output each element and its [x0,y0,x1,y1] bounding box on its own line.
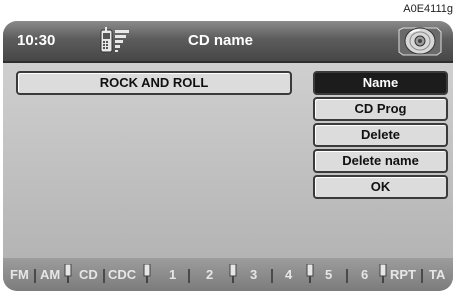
cd-disc-icon [393,24,445,58]
content-area: ROCK AND ROLL Name CD Prog Delete Delete… [3,63,453,258]
source-am[interactable]: AM [40,267,60,282]
divider [346,269,348,283]
divider [34,269,36,283]
plug-icon [306,264,314,283]
divider [103,269,105,283]
source-bar: FM AM CD CDC 1 2 3 4 5 6 RPT TA [3,258,453,291]
divider [188,269,190,283]
preset-6[interactable]: 6 [361,267,368,282]
figure-code: A0E4111g [403,3,453,15]
cd-prog-button[interactable]: CD Prog [313,97,448,121]
plug-icon [143,264,151,283]
preset-1[interactable]: 1 [169,267,176,282]
plug-icon [379,264,387,283]
ta-button[interactable]: TA [429,267,445,282]
clock: 10:30 [17,32,56,49]
name-button[interactable]: Name [313,71,448,95]
preset-4[interactable]: 4 [285,267,292,282]
cd-name-field[interactable]: ROCK AND ROLL [16,71,292,95]
delete-name-button[interactable]: Delete name [313,149,448,173]
source-cdc[interactable]: CDC [108,267,136,282]
screen-title: CD name [188,32,254,49]
rpt-button[interactable]: RPT [390,267,416,282]
ok-button[interactable]: OK [313,175,448,199]
preset-2[interactable]: 2 [206,267,213,282]
source-fm[interactable]: FM [10,267,29,282]
display-screen: 10:30 CD name ROCK AND ROLL Name CD Prog… [3,21,453,291]
header-bar: 10:30 CD name [3,21,453,63]
plug-icon [64,264,72,283]
plug-icon [229,264,237,283]
preset-3[interactable]: 3 [250,267,257,282]
divider [271,269,273,283]
phone-signal-icon [99,26,133,56]
divider [421,269,423,283]
delete-button[interactable]: Delete [313,123,448,147]
preset-5[interactable]: 5 [325,267,332,282]
source-cd[interactable]: CD [79,267,98,282]
